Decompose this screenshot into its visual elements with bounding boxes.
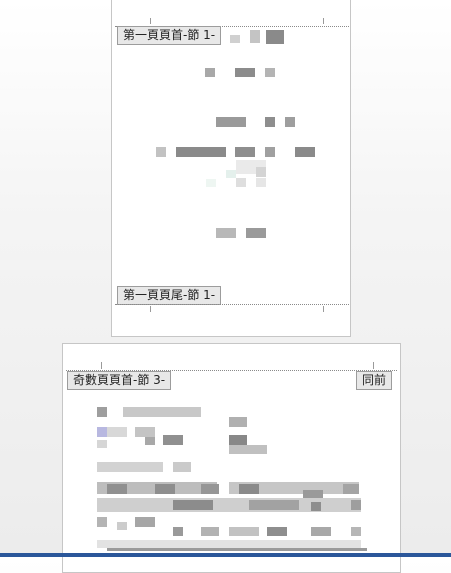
redacted-text <box>173 527 183 536</box>
redacted-text <box>226 170 236 178</box>
redacted-text <box>229 527 259 536</box>
redacted-text <box>201 527 219 536</box>
redacted-text <box>229 435 247 445</box>
redacted-text <box>107 427 127 437</box>
redacted-text <box>173 462 191 472</box>
redacted-text <box>135 517 155 527</box>
redacted-text <box>236 178 246 187</box>
redacted-text <box>173 500 213 510</box>
redacted-text <box>285 117 295 127</box>
redacted-text <box>246 228 266 238</box>
redacted-header-text <box>250 30 260 43</box>
redacted-text <box>206 179 216 187</box>
redacted-text <box>163 435 183 445</box>
status-bar <box>0 553 451 557</box>
redacted-text <box>135 427 155 437</box>
redacted-text <box>265 117 275 127</box>
redacted-text <box>256 167 266 177</box>
redacted-text <box>145 437 155 445</box>
redacted-text <box>235 147 255 157</box>
redacted-text <box>239 484 259 494</box>
redacted-text <box>107 548 367 551</box>
redacted-text <box>107 484 127 494</box>
header-tab-first-page[interactable]: 第一頁頁首-節 1- <box>117 26 222 45</box>
redacted-text <box>295 147 315 157</box>
redacted-text <box>265 68 275 77</box>
redacted-text <box>229 445 267 454</box>
redacted-text <box>267 527 287 536</box>
crop-mark <box>150 306 151 312</box>
redacted-text <box>156 147 166 157</box>
footer-tab-first-page[interactable]: 第一頁頁尾-節 1- <box>117 286 222 305</box>
redacted-text <box>97 462 163 472</box>
same-as-previous-tab[interactable]: 同前 <box>356 371 393 390</box>
redacted-text <box>351 527 361 536</box>
redacted-text <box>256 178 266 187</box>
redacted-text <box>201 484 219 494</box>
redacted-text <box>311 527 331 536</box>
crop-mark <box>323 18 324 24</box>
redacted-text <box>343 484 359 494</box>
redacted-text <box>249 500 299 510</box>
redacted-text <box>229 417 247 427</box>
redacted-text <box>176 147 226 157</box>
crop-mark <box>323 306 324 312</box>
redacted-header-text <box>230 35 240 43</box>
redacted-text <box>117 522 127 530</box>
redacted-text <box>123 407 201 417</box>
redacted-text <box>97 517 107 527</box>
crop-mark <box>150 18 151 24</box>
crop-mark <box>101 362 102 369</box>
redacted-text <box>216 228 236 238</box>
redacted-text <box>351 500 361 510</box>
redacted-text <box>265 147 275 157</box>
redacted-text <box>97 540 361 548</box>
redacted-text <box>235 68 255 77</box>
redacted-text <box>97 440 107 448</box>
redacted-text <box>216 117 246 127</box>
redacted-text <box>155 484 175 494</box>
redacted-text <box>97 498 361 512</box>
footer-separator-page-1 <box>115 304 349 305</box>
redacted-text <box>97 427 107 437</box>
redacted-header-text <box>266 30 284 44</box>
crop-mark <box>373 362 374 369</box>
header-tab-odd-page[interactable]: 奇數頁頁首-節 3- <box>67 371 172 390</box>
redacted-text <box>311 502 321 511</box>
redacted-text <box>205 68 215 77</box>
redacted-text <box>97 407 107 417</box>
